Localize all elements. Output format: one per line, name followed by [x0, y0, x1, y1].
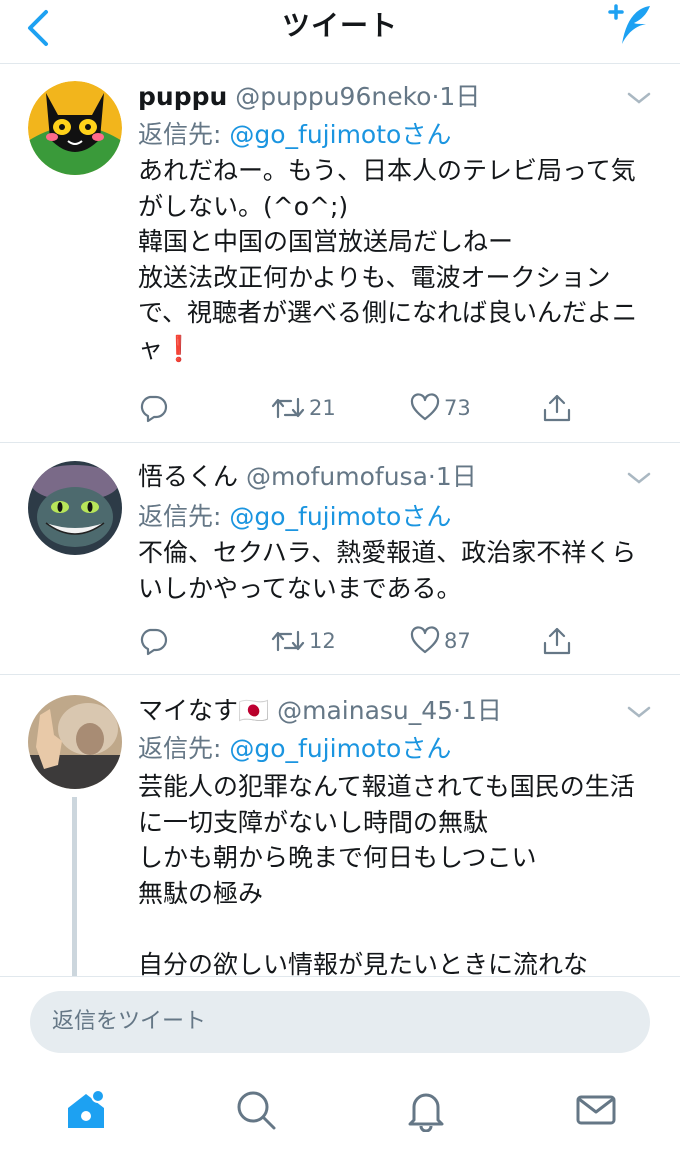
mention-link[interactable]: @go_fujimotoさん	[229, 734, 451, 763]
tweet-header: マイなす🇯🇵 @mainasu_45·1日	[138, 691, 502, 725]
handle[interactable]: @puppu96neko	[235, 82, 431, 111]
separator: ·	[453, 696, 462, 725]
mention-link[interactable]: @go_fujimotoさん	[229, 120, 451, 149]
tweet-menu-button[interactable]	[624, 697, 654, 727]
chevron-down-icon	[627, 92, 651, 104]
tweet[interactable]: puppu @puppu96neko·1日 返信先: @go_fujimotoさ…	[0, 65, 680, 443]
tweet-header: puppu @puppu96neko·1日	[138, 77, 480, 111]
top-bar: ツイート	[0, 0, 680, 64]
chevron-down-icon	[627, 706, 651, 718]
retweet-icon	[271, 397, 305, 419]
tab-search[interactable]	[234, 1088, 278, 1132]
like-button[interactable]: 87	[410, 624, 471, 658]
tweet[interactable]: 悟るくん @mofumofusa·1日 返信先: @go_fujimotoさん …	[0, 443, 680, 675]
heart-icon	[410, 393, 440, 421]
compose-feather-icon	[608, 4, 650, 44]
thread-line	[72, 797, 77, 976]
tweet-body: あれだねー。もう、日本人のテレビ局って気がしない。(^o^;) 韓国と中国の国営…	[138, 156, 638, 363]
tweet-menu-button[interactable]	[624, 463, 654, 493]
reply-input[interactable]: 返信をツイート	[30, 991, 650, 1053]
timestamp: 1日	[435, 462, 477, 491]
share-button[interactable]	[542, 391, 572, 425]
mail-icon	[576, 1095, 616, 1125]
avatar[interactable]	[28, 695, 122, 789]
tab-messages[interactable]	[574, 1088, 618, 1132]
cat-avatar-image	[28, 81, 122, 175]
tab-bar	[0, 1066, 680, 1156]
reply-prefix: 返信先:	[138, 502, 230, 531]
tweet-actions: 21 73	[138, 391, 588, 425]
retweet-button[interactable]: 12	[271, 624, 336, 658]
home-icon	[68, 1089, 105, 1128]
tweet-text: 不倫、セクハラ、熱愛報道、政治家不祥くらいしかやってないまである。	[138, 538, 637, 603]
display-name[interactable]: マイなす	[138, 696, 238, 725]
reply-button[interactable]	[138, 391, 168, 425]
reply-prefix: 返信先:	[138, 120, 230, 149]
reply-button[interactable]	[138, 624, 168, 658]
reply-context: 返信先: @go_fujimotoさん	[138, 729, 451, 765]
avatar[interactable]	[28, 461, 122, 555]
cheshire-cat-avatar-image	[28, 461, 122, 555]
handle[interactable]: @mainasu_45	[277, 696, 453, 725]
like-button[interactable]: 73	[410, 391, 471, 425]
tweet[interactable]: マイなす🇯🇵 @mainasu_45·1日 返信先: @go_fujimotoさ…	[0, 675, 680, 979]
heart-icon	[410, 626, 440, 654]
like-count: 73	[444, 396, 471, 420]
mention-link[interactable]: @go_fujimotoさん	[229, 502, 451, 531]
timestamp: 1日	[439, 82, 481, 111]
display-name[interactable]: 悟るくん	[138, 462, 238, 491]
exclamation-emoji: ❗	[163, 333, 195, 363]
separator: ·	[427, 462, 436, 491]
tab-notifications[interactable]	[404, 1088, 448, 1133]
photo-avatar-image	[28, 695, 122, 789]
tab-home[interactable]	[64, 1088, 108, 1132]
retweet-icon	[271, 630, 305, 652]
reply-context: 返信先: @go_fujimotoさん	[138, 115, 451, 151]
page-title: ツイート	[281, 9, 398, 42]
compose-button[interactable]	[606, 2, 656, 48]
reply-icon	[140, 628, 168, 656]
reply-context: 返信先: @go_fujimotoさん	[138, 497, 451, 533]
retweet-count: 12	[309, 629, 336, 653]
share-icon	[543, 627, 571, 655]
tweet-text: 芸能人の犯罪なんて報道されても国民の生活に一切支障がないし時間の無駄 しかも朝か…	[138, 772, 635, 979]
reply-prefix: 返信先:	[138, 734, 230, 763]
timestamp: 1日	[461, 696, 502, 725]
chevron-down-icon	[627, 472, 651, 484]
reply-bar: 返信をツイート	[0, 976, 680, 1066]
tweet-header: 悟るくん @mofumofusa·1日	[138, 457, 477, 491]
search-icon	[237, 1091, 276, 1130]
handle[interactable]: @mofumofusa	[246, 462, 428, 491]
retweet-button[interactable]: 21	[271, 391, 336, 425]
display-name[interactable]: puppu	[138, 82, 227, 111]
tweet-menu-button[interactable]	[624, 83, 654, 113]
share-icon	[543, 394, 571, 422]
like-count: 87	[444, 629, 471, 653]
avatar[interactable]	[28, 81, 122, 175]
tweet-text: あれだねー。もう、日本人のテレビ局って気がしない。(^o^;) 韓国と中国の国営…	[138, 153, 658, 366]
reply-icon	[140, 395, 168, 423]
retweet-count: 21	[309, 396, 336, 420]
share-button[interactable]	[542, 624, 572, 658]
tweet-actions: 12 87	[138, 624, 588, 658]
japan-flag-emoji: 🇯🇵	[238, 696, 270, 725]
bell-icon	[408, 1093, 444, 1133]
